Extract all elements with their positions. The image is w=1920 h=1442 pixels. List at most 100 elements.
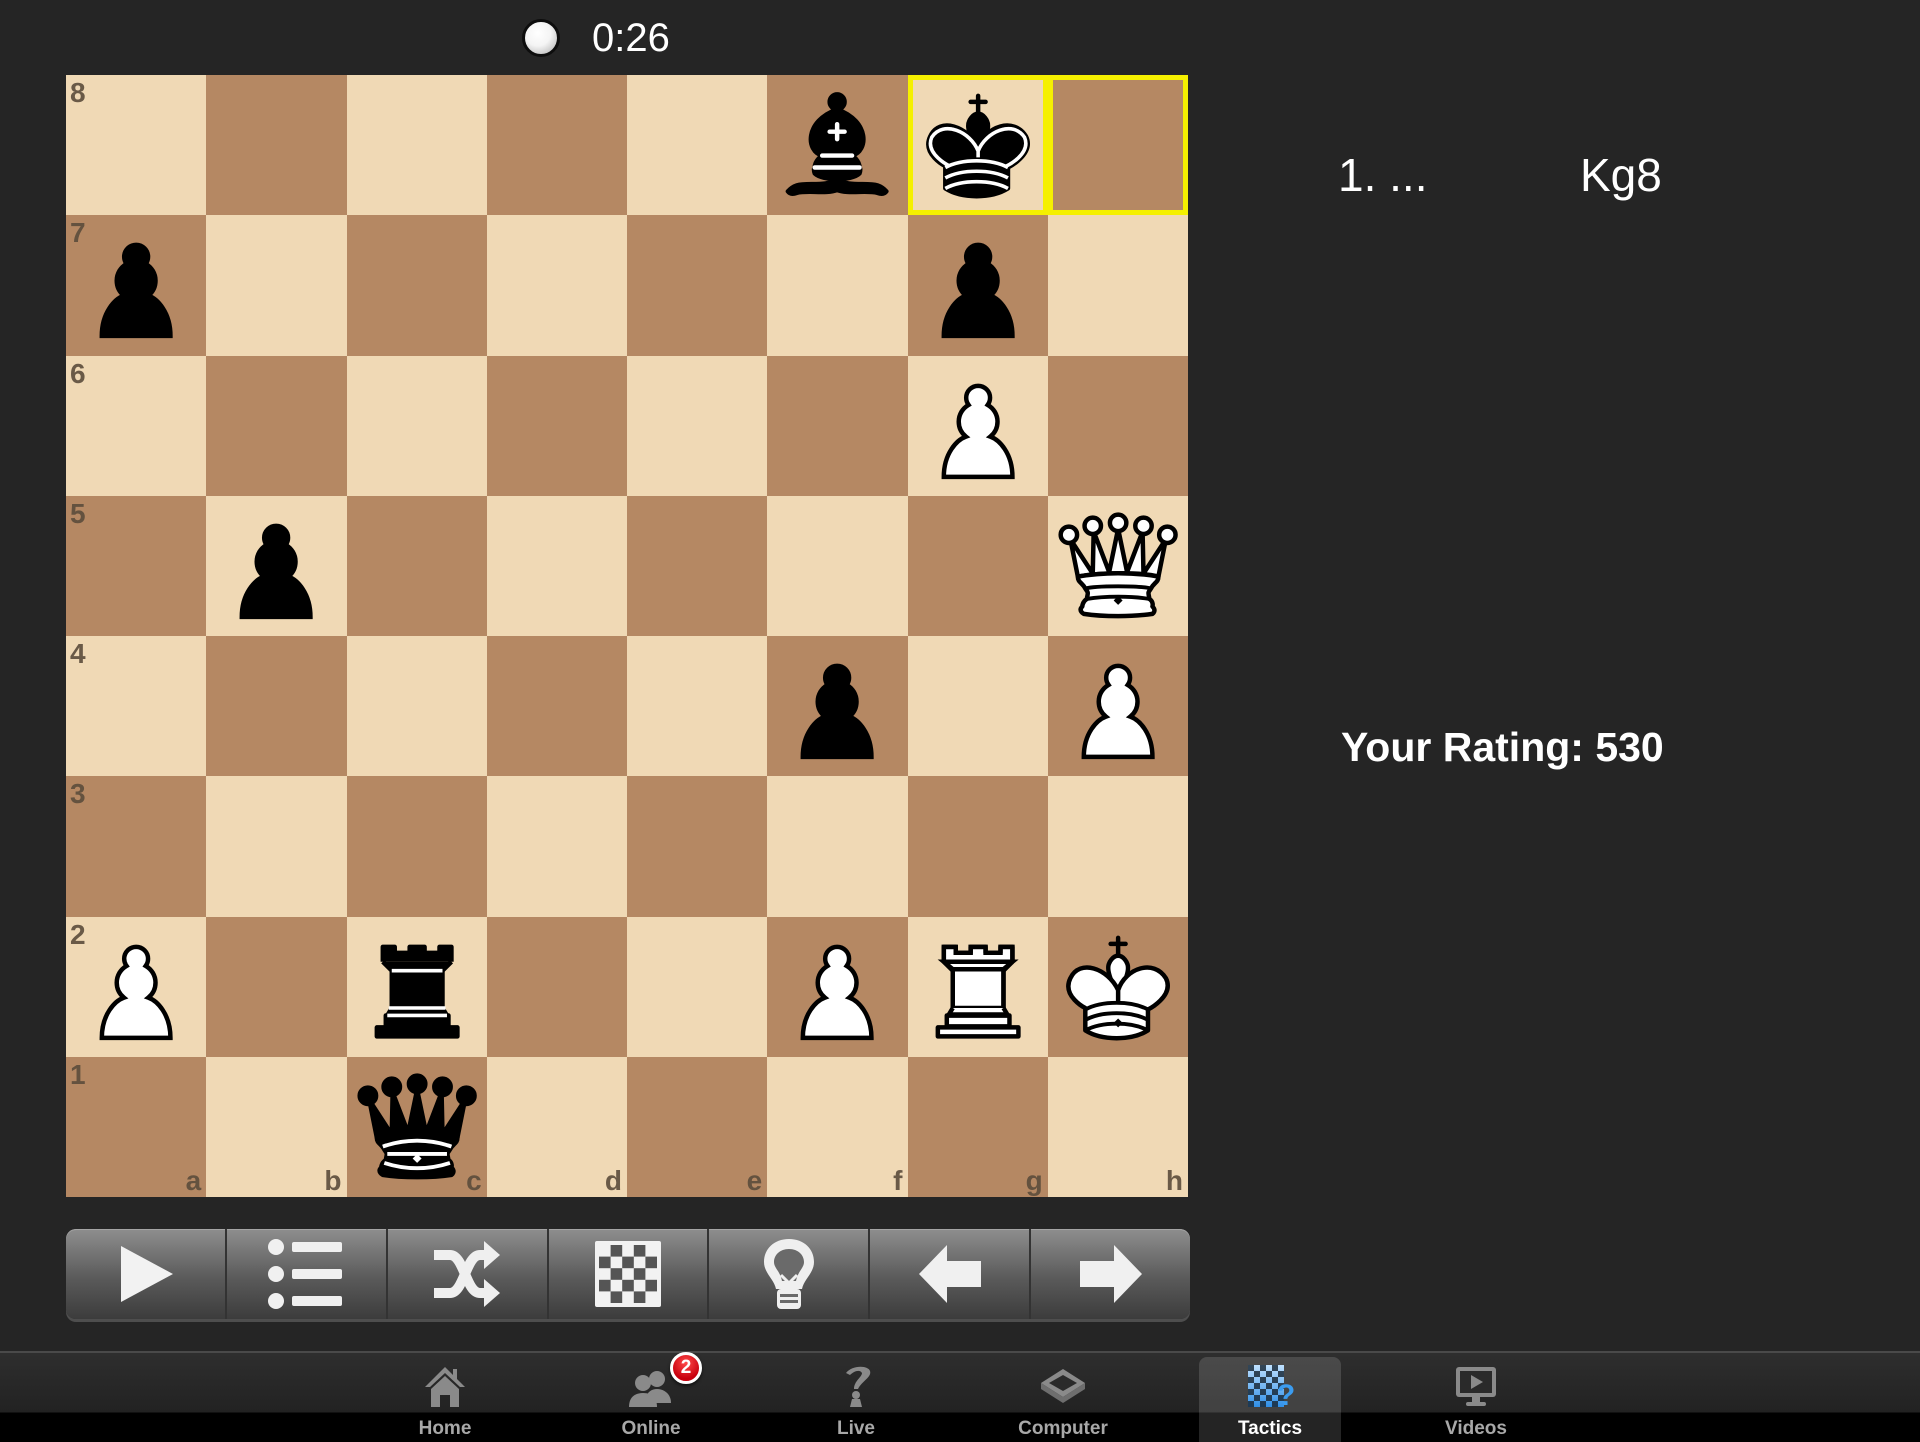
square-d7[interactable] <box>486 215 627 356</box>
square-h1[interactable]: h <box>1047 1056 1188 1197</box>
arrow-left-icon <box>918 1245 981 1303</box>
square-a7[interactable]: 7 <box>66 215 207 356</box>
square-h4[interactable] <box>1047 636 1188 777</box>
square-h7[interactable] <box>1047 215 1188 356</box>
square-h3[interactable] <box>1047 776 1188 917</box>
hint-button[interactable] <box>709 1229 871 1319</box>
square-h5[interactable] <box>1047 495 1188 636</box>
square-g1[interactable]: g <box>907 1056 1048 1197</box>
rank-label: 8 <box>70 77 86 108</box>
square-g7[interactable] <box>907 215 1048 356</box>
square-b6[interactable] <box>206 355 347 496</box>
white-queen-icon[interactable] <box>1048 496 1188 636</box>
black-king-icon[interactable] <box>908 75 1048 215</box>
square-f4[interactable] <box>767 636 908 777</box>
white-pawn-icon[interactable] <box>1048 636 1188 776</box>
square-e2[interactable] <box>627 916 768 1057</box>
square-h6[interactable] <box>1047 355 1188 496</box>
previous-move-button[interactable] <box>870 1229 1032 1319</box>
square-e1[interactable]: e <box>627 1056 768 1197</box>
black-pawn-icon[interactable] <box>206 496 346 636</box>
white-pawn-icon[interactable] <box>767 917 907 1057</box>
tab-label: Videos <box>1445 1418 1507 1439</box>
square-c3[interactable] <box>346 776 487 917</box>
square-a8[interactable]: 8 <box>66 75 207 216</box>
square-c7[interactable] <box>346 215 487 356</box>
square-g5[interactable] <box>907 495 1048 636</box>
square-e8[interactable] <box>627 75 768 216</box>
square-f2[interactable] <box>767 916 908 1057</box>
square-e4[interactable] <box>627 636 768 777</box>
black-queen-icon[interactable] <box>347 1057 487 1197</box>
square-b3[interactable] <box>206 776 347 917</box>
black-bishop-icon[interactable] <box>767 75 907 215</box>
square-g4[interactable] <box>907 636 1048 777</box>
square-b5[interactable] <box>206 495 347 636</box>
square-e3[interactable] <box>627 776 768 917</box>
timer-text: 0:26 <box>592 15 670 60</box>
square-g2[interactable] <box>907 916 1048 1057</box>
square-f1[interactable]: f <box>767 1056 908 1197</box>
square-g3[interactable] <box>907 776 1048 917</box>
square-c5[interactable] <box>346 495 487 636</box>
square-f7[interactable] <box>767 215 908 356</box>
square-c6[interactable] <box>346 355 487 496</box>
square-f8[interactable] <box>767 75 908 216</box>
white-rook-icon[interactable] <box>908 917 1048 1057</box>
tab-tactics[interactable]: ? Tactics <box>1199 1357 1341 1442</box>
square-d6[interactable] <box>486 355 627 496</box>
white-pawn-icon[interactable] <box>908 356 1048 496</box>
square-b4[interactable] <box>206 636 347 777</box>
square-d4[interactable] <box>486 636 627 777</box>
black-pawn-icon[interactable] <box>767 636 907 776</box>
square-a1[interactable]: 1a <box>66 1056 207 1197</box>
square-b7[interactable] <box>206 215 347 356</box>
move-san[interactable]: Kg8 <box>1580 148 1662 202</box>
tab-bar: Home Online Live Computer ? Tactics Vide… <box>0 1351 1920 1442</box>
shuffle-button[interactable] <box>388 1229 549 1319</box>
square-f6[interactable] <box>767 355 908 496</box>
square-c2[interactable] <box>346 916 487 1057</box>
square-f3[interactable] <box>767 776 908 917</box>
tab-computer[interactable]: Computer <box>992 1353 1134 1442</box>
white-king-icon[interactable] <box>1048 917 1188 1057</box>
white-pawn-icon[interactable] <box>66 917 206 1057</box>
square-a5[interactable]: 5 <box>66 495 207 636</box>
square-g6[interactable] <box>907 355 1048 496</box>
black-pawn-icon[interactable] <box>66 215 206 355</box>
tab-home[interactable]: Home <box>374 1353 516 1442</box>
square-c4[interactable] <box>346 636 487 777</box>
square-h2[interactable] <box>1047 916 1188 1057</box>
square-a6[interactable]: 6 <box>66 355 207 496</box>
square-d5[interactable] <box>486 495 627 636</box>
square-e5[interactable] <box>627 495 768 636</box>
square-e6[interactable] <box>627 355 768 496</box>
square-d8[interactable] <box>486 75 627 216</box>
square-d3[interactable] <box>486 776 627 917</box>
black-pawn-icon[interactable] <box>908 215 1048 355</box>
tab-videos[interactable]: Videos <box>1405 1353 1547 1442</box>
next-move-button[interactable] <box>1031 1229 1190 1319</box>
online-notification-badge: 2 <box>670 1352 702 1384</box>
black-rook-icon[interactable] <box>347 917 487 1057</box>
square-c8[interactable] <box>346 75 487 216</box>
square-b8[interactable] <box>206 75 347 216</box>
square-c1[interactable]: c <box>346 1056 487 1197</box>
tab-live[interactable]: Live <box>785 1353 927 1442</box>
move-list-button[interactable] <box>227 1229 388 1319</box>
square-e7[interactable] <box>627 215 768 356</box>
square-a2[interactable]: 2 <box>66 916 207 1057</box>
square-b1[interactable]: b <box>206 1056 347 1197</box>
square-d2[interactable] <box>486 916 627 1057</box>
square-b2[interactable] <box>206 916 347 1057</box>
square-h8[interactable] <box>1047 75 1188 216</box>
chess-board[interactable]: 8 7654321abcdefgh <box>66 75 1188 1197</box>
square-a3[interactable]: 3 <box>66 776 207 917</box>
square-g8[interactable] <box>907 75 1048 216</box>
board-settings-button[interactable] <box>549 1229 710 1319</box>
square-d1[interactable]: d <box>486 1056 627 1197</box>
square-a4[interactable]: 4 <box>66 636 207 777</box>
list-icon <box>268 1239 343 1309</box>
play-button[interactable] <box>66 1229 227 1319</box>
square-f5[interactable] <box>767 495 908 636</box>
